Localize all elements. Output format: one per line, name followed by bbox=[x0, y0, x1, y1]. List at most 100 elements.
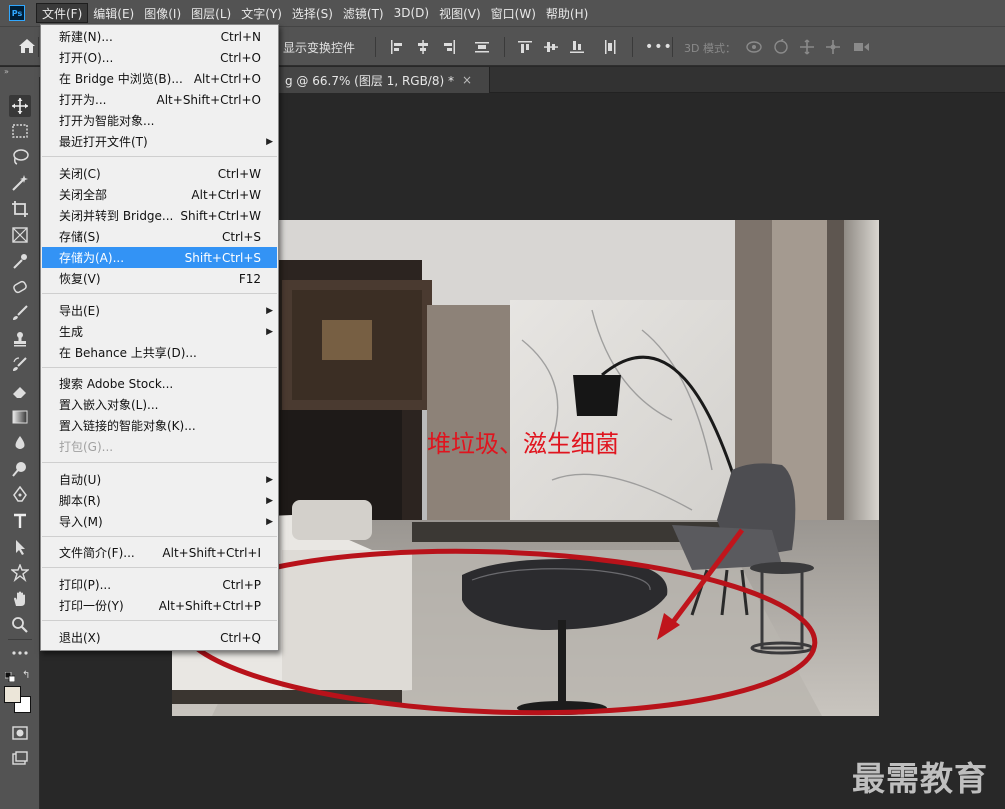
menu-window[interactable]: 窗口(W) bbox=[486, 3, 541, 23]
menu-item-import[interactable]: 导入(M) ▶ bbox=[42, 511, 277, 532]
menu-item-package: 打包(G)... bbox=[59, 440, 114, 454]
menu-select[interactable]: 选择(S) bbox=[287, 3, 338, 23]
menu-help[interactable]: 帮助(H) bbox=[541, 3, 593, 23]
quick-mask-icon[interactable] bbox=[9, 722, 31, 744]
menu-3d[interactable]: 3D(D) bbox=[389, 3, 434, 23]
3d-scale-icon[interactable] bbox=[852, 39, 870, 55]
3d-orbit-icon[interactable] bbox=[745, 39, 763, 55]
menu-item-scripts[interactable]: 脚本(R) ▶ bbox=[42, 490, 277, 511]
3d-pan-icon[interactable] bbox=[798, 39, 816, 55]
menu-item-open[interactable]: 打开(O)... Ctrl+O bbox=[42, 47, 277, 68]
menu-item-automate[interactable]: 自动(U) ▶ bbox=[42, 469, 277, 490]
show-transform-controls-option[interactable]: 显示变换控件 bbox=[283, 39, 355, 56]
dodge-tool-icon[interactable] bbox=[9, 458, 31, 480]
menu-item-share-behance[interactable]: 在 Behance 上共享(D)... bbox=[42, 342, 277, 363]
menu-item-open-as-smart-object[interactable]: 打开为智能对象... bbox=[42, 110, 277, 131]
home-icon[interactable] bbox=[18, 38, 36, 54]
menu-item-print-one-copy[interactable]: 打印一份(Y) Alt+Shift+Ctrl+P bbox=[42, 595, 277, 616]
menu-item-close-go-bridge[interactable]: 关闭并转到 Bridge... Shift+Ctrl+W bbox=[42, 205, 277, 226]
magic-wand-icon[interactable] bbox=[9, 172, 31, 194]
more-tools-icon[interactable] bbox=[9, 642, 31, 664]
canvas-annotation-text: 堆垃圾、滋生细菌 bbox=[427, 430, 619, 458]
menu-item-file-info[interactable]: 文件简介(F)... Alt+Shift+Ctrl+I bbox=[42, 542, 277, 563]
menu-separator bbox=[42, 462, 277, 463]
menu-item-exit[interactable]: 退出(X) Ctrl+Q bbox=[42, 627, 277, 648]
pen-tool-icon[interactable] bbox=[9, 484, 31, 506]
lasso-tool-icon[interactable] bbox=[9, 146, 31, 168]
type-tool-icon[interactable] bbox=[9, 510, 31, 532]
submenu-arrow-icon: ▶ bbox=[266, 305, 273, 316]
menu-filter[interactable]: 滤镜(T) bbox=[338, 3, 389, 23]
submenu-arrow-icon: ▶ bbox=[266, 474, 273, 485]
align-horizontal-center-icon[interactable] bbox=[416, 40, 430, 54]
3d-slide-icon[interactable] bbox=[824, 39, 842, 55]
menu-file[interactable]: 文件(F) bbox=[36, 3, 89, 23]
file-menu-dropdown: 新建(N)... Ctrl+N 打开(O)... Ctrl+O 在 Bridge 中… bbox=[40, 24, 279, 651]
distribute-vertical-icon[interactable] bbox=[603, 40, 617, 54]
divider bbox=[38, 37, 39, 57]
menu-edit[interactable]: 编辑(E) bbox=[88, 3, 139, 23]
3d-roll-icon[interactable] bbox=[772, 39, 790, 55]
tools-panel: ↰ bbox=[0, 77, 40, 809]
submenu-arrow-icon: ▶ bbox=[266, 136, 273, 147]
document-tab[interactable]: g @ 66.7% (图层 1, RGB/8) * × bbox=[278, 67, 490, 93]
menu-item-export[interactable]: 导出(E) ▶ bbox=[42, 300, 277, 321]
screen-mode-icon[interactable] bbox=[9, 748, 31, 770]
menu-item-recent-files[interactable]: 最近打开文件(T) ▶ bbox=[42, 131, 277, 152]
divider bbox=[504, 37, 505, 57]
menu-layer[interactable]: 图层(L) bbox=[186, 3, 236, 23]
align-vertical-center-icon[interactable] bbox=[544, 40, 558, 54]
eraser-tool-icon[interactable] bbox=[9, 380, 31, 402]
frame-tool-icon[interactable] bbox=[9, 224, 31, 246]
marquee-tool-icon[interactable] bbox=[9, 120, 31, 142]
align-right-icon[interactable] bbox=[442, 40, 456, 54]
menu-bar: Ps 文件(F) 编辑(E) 图像(I) 图层(L) 文字(Y) 选择(S) 滤… bbox=[0, 0, 1005, 26]
submenu-arrow-icon: ▶ bbox=[266, 516, 273, 527]
menu-item-generate[interactable]: 生成 ▶ bbox=[42, 321, 277, 342]
swap-colors-icon[interactable]: ↰ bbox=[22, 670, 30, 681]
align-left-icon[interactable] bbox=[390, 40, 404, 54]
align-bottom-icon[interactable] bbox=[570, 40, 584, 54]
menu-item-revert[interactable]: 恢复(V) F12 bbox=[42, 268, 277, 289]
menu-view[interactable]: 视图(V) bbox=[434, 3, 486, 23]
align-top-icon[interactable] bbox=[518, 40, 532, 54]
photoshop-logo: Ps bbox=[9, 5, 25, 21]
hand-tool-icon[interactable] bbox=[9, 588, 31, 610]
toolbar-collapse-grip[interactable]: » bbox=[0, 67, 40, 77]
healing-brush-icon[interactable] bbox=[9, 276, 31, 298]
menu-item-close-all[interactable]: 关闭全部 Alt+Ctrl+W bbox=[42, 184, 277, 205]
close-icon[interactable]: × bbox=[462, 73, 472, 87]
menu-item-save[interactable]: 存储(S) Ctrl+S bbox=[42, 226, 277, 247]
distribute-horizontal-icon[interactable] bbox=[475, 40, 489, 54]
gradient-tool-icon[interactable] bbox=[9, 406, 31, 428]
menu-separator bbox=[42, 156, 277, 157]
zoom-tool-icon[interactable] bbox=[9, 614, 31, 636]
history-brush-icon[interactable] bbox=[9, 354, 31, 376]
path-select-icon[interactable] bbox=[9, 536, 31, 558]
default-colors-icon[interactable] bbox=[4, 671, 16, 683]
menu-item-open-as[interactable]: 打开为... Alt+Shift+Ctrl+O bbox=[42, 89, 277, 110]
divider bbox=[632, 37, 633, 57]
foreground-color-swatch[interactable] bbox=[4, 686, 21, 703]
brush-tool-icon[interactable] bbox=[9, 302, 31, 324]
menu-item-new[interactable]: 新建(N)... Ctrl+N bbox=[42, 26, 277, 47]
menu-item-browse-bridge[interactable]: 在 Bridge 中浏览(B)... Alt+Ctrl+O bbox=[42, 68, 277, 89]
divider bbox=[8, 639, 32, 640]
menu-separator bbox=[42, 567, 277, 568]
move-tool-icon[interactable] bbox=[9, 95, 31, 117]
blur-tool-icon[interactable] bbox=[9, 432, 31, 454]
menu-item-print[interactable]: 打印(P)... Ctrl+P bbox=[42, 574, 277, 595]
eyedropper-icon[interactable] bbox=[9, 250, 31, 272]
menu-type[interactable]: 文字(Y) bbox=[236, 3, 287, 23]
more-options-icon[interactable]: ••• bbox=[645, 39, 673, 55]
menu-item-save-as[interactable]: 存储为(A)... Shift+Ctrl+S bbox=[42, 247, 277, 268]
clone-stamp-icon[interactable] bbox=[9, 328, 31, 350]
menu-item-search-adobe-stock[interactable]: 搜索 Adobe Stock... bbox=[42, 373, 277, 394]
shape-tool-icon[interactable] bbox=[9, 562, 31, 584]
crop-tool-icon[interactable] bbox=[9, 198, 31, 220]
menu-item-place-linked[interactable]: 置入链接的智能对象(K)... bbox=[42, 415, 277, 436]
menu-image[interactable]: 图像(I) bbox=[139, 3, 186, 23]
menu-item-close[interactable]: 关闭(C) Ctrl+W bbox=[42, 163, 277, 184]
menu-separator bbox=[42, 367, 277, 368]
menu-item-place-embedded[interactable]: 置入嵌入对象(L)... bbox=[42, 394, 277, 415]
